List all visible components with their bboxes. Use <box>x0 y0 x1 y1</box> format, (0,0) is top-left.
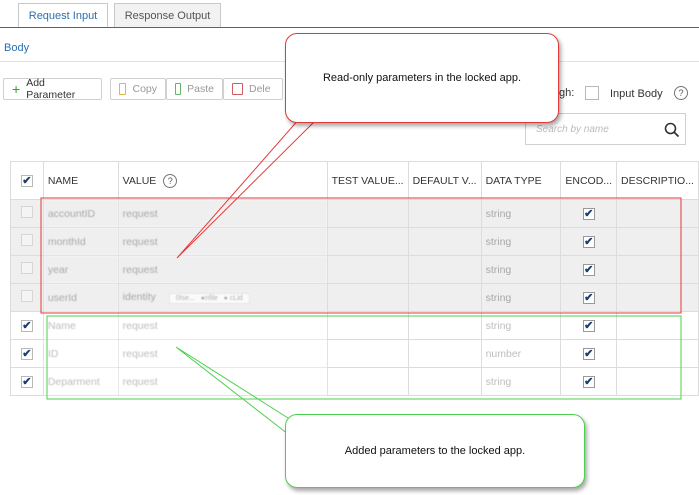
added-callout-pointer <box>175 346 289 435</box>
readonly-callout: Read-only parameters in the locked app. <box>285 33 559 123</box>
readonly-callout-text: Read-only parameters in the locked app. <box>322 72 522 84</box>
readonly-callout-pointer <box>176 117 319 259</box>
added-callout-text: Added parameters to the locked app. <box>344 445 526 457</box>
readonly-highlight-box <box>40 197 682 314</box>
added-callout: Added parameters to the locked app. <box>285 414 585 488</box>
added-highlight-box <box>46 315 682 400</box>
